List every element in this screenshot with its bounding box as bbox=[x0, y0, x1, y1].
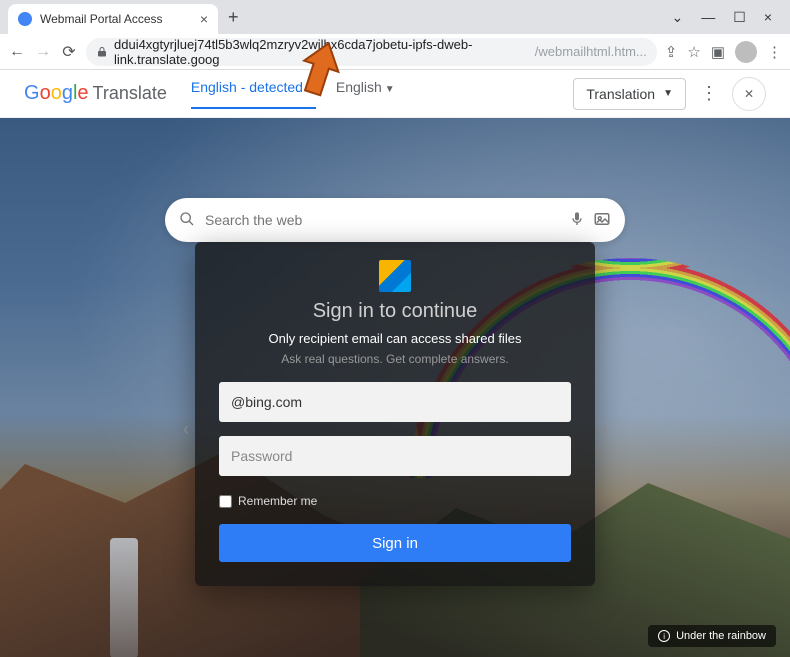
signin-title: Sign in to continue bbox=[219, 300, 571, 323]
favicon-icon bbox=[18, 12, 32, 26]
remember-me-text: Remember me bbox=[238, 494, 317, 508]
address-bar: ← → ⟳ ddui4xgtyrjluej74tl5b3wlq2mzryv2wi… bbox=[0, 34, 790, 70]
star-icon[interactable]: ☆ bbox=[687, 43, 700, 61]
search-icon bbox=[179, 211, 195, 230]
signin-subtitle: Only recipient email can access shared f… bbox=[219, 331, 571, 346]
chevron-down-icon[interactable]: ⌄ bbox=[672, 9, 684, 26]
image-search-icon[interactable] bbox=[593, 210, 611, 231]
close-window-icon[interactable]: × bbox=[764, 9, 772, 26]
menu-icon[interactable]: ⋮ bbox=[767, 43, 782, 61]
tab-title: Webmail Portal Access bbox=[40, 12, 194, 26]
browser-chrome: Webmail Portal Access × + ⌄ — ☐ × ← → ⟳ … bbox=[0, 0, 790, 70]
extensions-icon[interactable]: ▣ bbox=[711, 43, 725, 61]
minimize-icon[interactable]: — bbox=[701, 9, 715, 26]
chevron-down-icon: ▼ bbox=[385, 84, 395, 95]
share-icon[interactable]: ⇪ bbox=[665, 43, 678, 61]
google-translate-logo[interactable]: Google Translate bbox=[24, 82, 167, 105]
remember-me-label[interactable]: Remember me bbox=[219, 494, 571, 508]
reload-icon[interactable]: ⟳ bbox=[60, 42, 78, 62]
caption-text: Under the rainbow bbox=[676, 630, 766, 642]
source-language-tab[interactable]: English - detected▼ bbox=[191, 79, 316, 109]
password-field[interactable] bbox=[219, 436, 571, 476]
search-placeholder: Search the web bbox=[205, 212, 302, 228]
page-content: Search the web ‹ › Sign in to continue O… bbox=[0, 118, 790, 657]
browser-tab[interactable]: Webmail Portal Access × bbox=[8, 4, 218, 34]
url-input[interactable]: ddui4xgtyrjluej74tl5b3wlq2mzryv2wilhx6cd… bbox=[86, 38, 657, 66]
image-caption[interactable]: i Under the rainbow bbox=[648, 625, 776, 647]
signin-card: ‹ › Sign in to continue Only recipient e… bbox=[195, 242, 595, 586]
chevron-down-icon: ▼ bbox=[306, 84, 316, 95]
url-host: ddui4xgtyrjluej74tl5b3wlq2mzryv2wilhx6cd… bbox=[114, 37, 535, 67]
window-controls: ⌄ — ☐ × bbox=[672, 9, 782, 26]
source-language-label: English - detected bbox=[191, 79, 303, 95]
tab-bar: Webmail Portal Access × + ⌄ — ☐ × bbox=[0, 0, 790, 34]
signin-tagline: Ask real questions. Get complete answers… bbox=[219, 352, 571, 366]
translation-mode-button[interactable]: Translation ▼ bbox=[573, 78, 686, 110]
caret-down-icon: ▼ bbox=[663, 88, 673, 99]
lock-icon bbox=[96, 46, 108, 58]
translate-word: Translate bbox=[93, 83, 167, 104]
back-icon[interactable]: ← bbox=[8, 43, 26, 61]
search-bar[interactable]: Search the web bbox=[165, 198, 625, 242]
close-toolbar-button[interactable]: ✕ bbox=[732, 77, 766, 111]
signin-button[interactable]: Sign in bbox=[219, 524, 571, 562]
target-language-label: English bbox=[336, 79, 382, 95]
carousel-next-icon[interactable]: › bbox=[595, 414, 613, 444]
url-path: /webmailhtml.htm... bbox=[535, 44, 647, 59]
email-field[interactable] bbox=[219, 382, 571, 422]
forward-icon[interactable]: → bbox=[34, 43, 52, 61]
tab-close-icon[interactable]: × bbox=[200, 11, 208, 27]
target-language-tab[interactable]: English▼ bbox=[336, 79, 395, 109]
translation-button-label: Translation bbox=[586, 86, 655, 102]
waterfall-graphic bbox=[110, 538, 138, 657]
profile-avatar-icon[interactable] bbox=[735, 41, 757, 63]
kebab-menu-icon[interactable]: ⋮ bbox=[700, 83, 718, 104]
remember-me-checkbox[interactable] bbox=[219, 495, 232, 508]
bing-logo-icon bbox=[379, 260, 411, 292]
translate-toolbar: Google Translate English - detected▼ Eng… bbox=[0, 70, 790, 118]
carousel-prev-icon[interactable]: ‹ bbox=[177, 414, 195, 444]
microphone-icon[interactable] bbox=[569, 211, 585, 230]
info-icon: i bbox=[658, 630, 670, 642]
maximize-icon[interactable]: ☐ bbox=[733, 9, 746, 26]
new-tab-button[interactable]: + bbox=[228, 7, 239, 28]
